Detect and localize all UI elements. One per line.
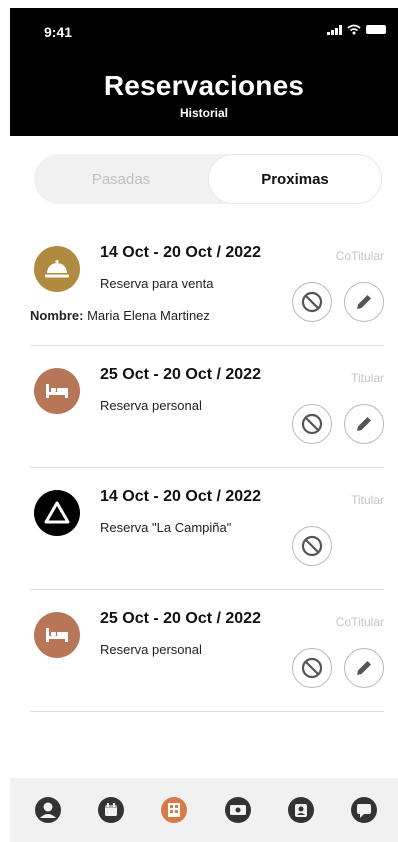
reservation-description: Reserva para venta	[100, 276, 214, 291]
bed-icon	[46, 384, 68, 398]
money-icon	[225, 797, 251, 823]
triangle-logo-icon	[44, 501, 70, 524]
app-screen: 9:41 Reservaciones Historial Pasadas Pro…	[10, 0, 398, 842]
reservation-list: 14 Oct - 20 Oct / 2022 CoTitular Reserva…	[30, 224, 384, 712]
tab-calendar[interactable]	[95, 794, 127, 826]
reservation-icon	[34, 490, 80, 536]
calendar-icon	[98, 797, 124, 823]
tab-contacts[interactable]	[285, 794, 317, 826]
reservation-description: Reserva "La Campiña"	[100, 520, 232, 535]
edit-reservation-button[interactable]	[344, 404, 384, 444]
edit-reservation-button[interactable]	[344, 648, 384, 688]
ban-icon	[301, 657, 323, 679]
user-icon	[35, 797, 61, 823]
reservation-date: 25 Oct - 20 Oct / 2022	[100, 366, 261, 383]
reservation-role: CoTitular	[335, 249, 384, 263]
reservation-role: Titular	[351, 493, 384, 507]
tab-pasadas[interactable]: Pasadas	[34, 154, 208, 204]
signal-icon	[327, 24, 342, 35]
ban-icon	[301, 413, 323, 435]
cancel-reservation-button[interactable]	[292, 648, 332, 688]
status-icons	[327, 24, 386, 35]
building-icon	[161, 797, 187, 823]
wifi-icon	[347, 24, 361, 35]
cancel-reservation-button[interactable]	[292, 526, 332, 566]
reservation-role: CoTitular	[335, 615, 384, 629]
tab-properties[interactable]	[158, 794, 190, 826]
reservation-icon	[34, 246, 80, 292]
ban-icon	[301, 535, 323, 557]
pencil-icon	[357, 661, 371, 675]
reservation-role: Titular	[351, 371, 384, 385]
reservation-date: 14 Oct - 20 Oct / 2022	[100, 244, 261, 261]
reservation-owner: Nombre: Maria Elena Martinez	[30, 308, 210, 323]
reservation-description: Reserva personal	[100, 642, 202, 657]
owner-name: Maria Elena Martinez	[87, 308, 210, 323]
owner-label: Nombre:	[30, 308, 84, 323]
cancel-reservation-button[interactable]	[292, 282, 332, 322]
pencil-icon	[357, 417, 371, 431]
ban-icon	[301, 291, 323, 313]
contacts-icon	[288, 797, 314, 823]
reservation-icon	[34, 612, 80, 658]
reservation-date: 14 Oct - 20 Oct / 2022	[100, 488, 261, 505]
battery-icon	[366, 25, 386, 34]
reservation-icon	[34, 368, 80, 414]
edit-reservation-button[interactable]	[344, 282, 384, 322]
tab-chat[interactable]	[348, 794, 380, 826]
chat-icon	[351, 797, 377, 823]
tab-payments[interactable]	[222, 794, 254, 826]
bed-icon	[46, 628, 68, 642]
reservation-card[interactable]: 14 Oct - 20 Oct / 2022 CoTitular Reserva…	[30, 224, 384, 346]
page-title: Reservaciones	[103, 70, 305, 101]
reservation-description: Reserva personal	[100, 398, 202, 413]
status-time: 9:41	[44, 24, 73, 40]
segmented-control: Pasadas Proximas	[34, 154, 382, 204]
tab-proximas[interactable]: Proximas	[208, 154, 382, 204]
reservation-card[interactable]: 14 Oct - 20 Oct / 2022 Titular Reserva "…	[30, 468, 384, 590]
bell-service-icon	[45, 260, 69, 278]
reservation-card[interactable]: 25 Oct - 20 Oct / 2022 Titular Reserva p…	[30, 346, 384, 468]
pencil-icon	[357, 295, 371, 309]
bottom-tab-bar	[10, 778, 398, 842]
reservation-date: 25 Oct - 20 Oct / 2022	[100, 610, 261, 627]
page-subtitle: Historial	[179, 106, 228, 120]
header: 9:41 Reservaciones Historial	[10, 8, 398, 136]
reservation-card[interactable]: 25 Oct - 20 Oct / 2022 CoTitular Reserva…	[30, 590, 384, 712]
cancel-reservation-button[interactable]	[292, 404, 332, 444]
tab-profile[interactable]	[32, 794, 64, 826]
